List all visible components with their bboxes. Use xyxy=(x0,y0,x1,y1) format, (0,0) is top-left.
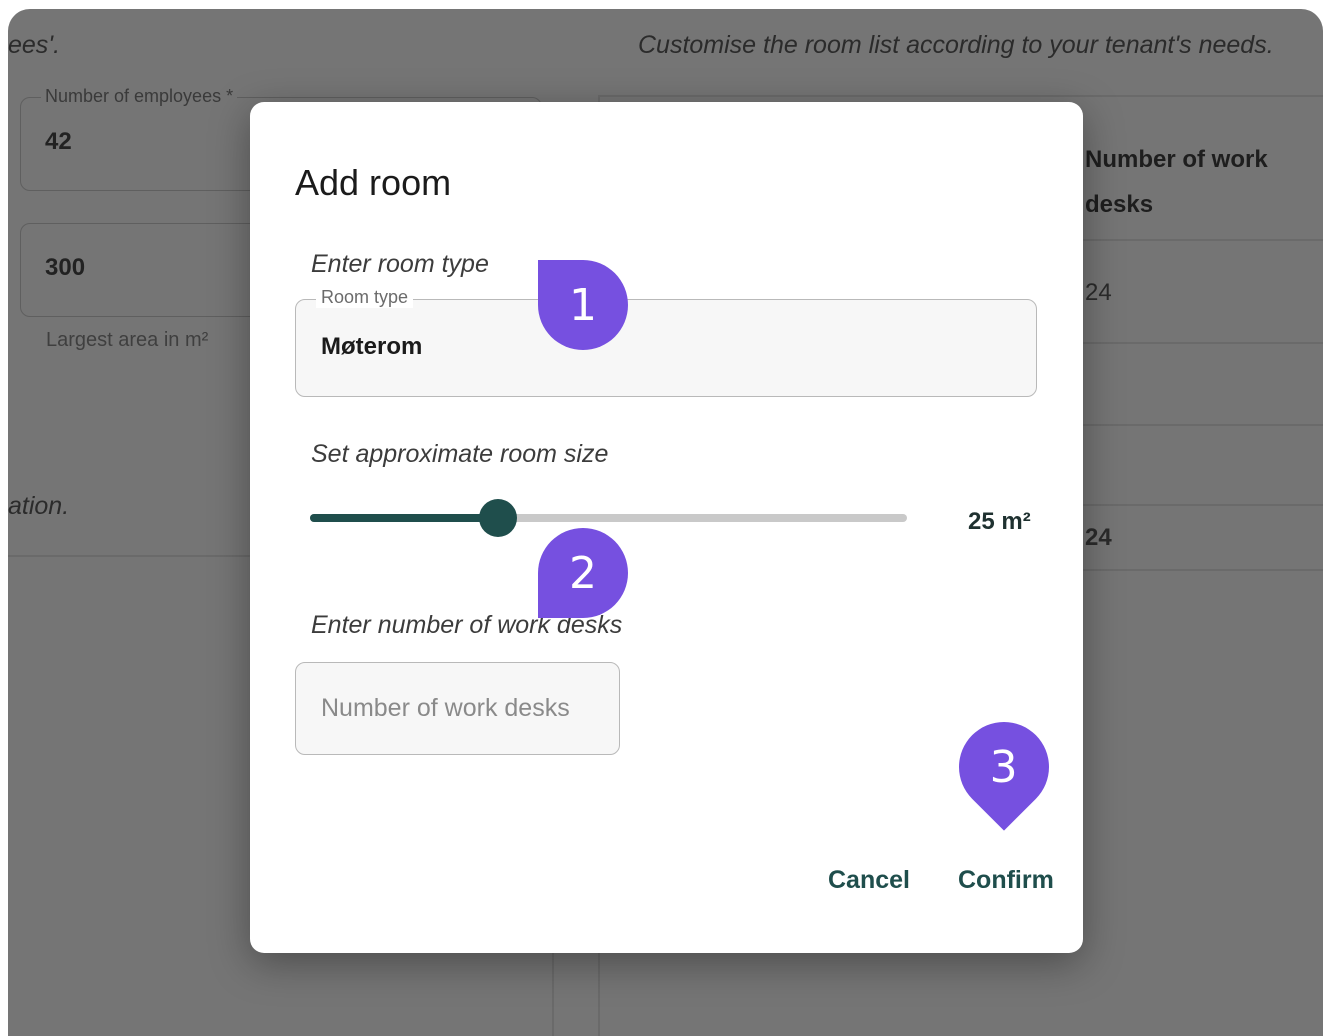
step-marker-2: 2 xyxy=(538,528,628,618)
table-row-divider xyxy=(1083,239,1323,241)
desks-input[interactable] xyxy=(295,662,620,755)
confirm-button[interactable]: Confirm xyxy=(958,866,1054,895)
room-type-value: Møterom xyxy=(321,333,423,360)
table-cell: 24 xyxy=(1085,524,1112,551)
room-type-label: Room type xyxy=(316,287,414,308)
area-field-value: 300 xyxy=(45,254,86,281)
area-helper-text: Largest area in m² xyxy=(46,329,209,351)
table-row-divider xyxy=(1083,342,1323,344)
table-column-header: Number of work desks xyxy=(1085,146,1268,218)
room-type-prompt: Enter room type xyxy=(311,250,489,278)
table-row-divider xyxy=(1083,504,1323,506)
table-border xyxy=(598,95,1323,97)
employees-field-label: Number of employees * xyxy=(41,86,238,107)
table-cell: 24 xyxy=(1085,279,1112,306)
dialog-title: Add room xyxy=(295,162,452,203)
table-row-divider xyxy=(1083,569,1323,571)
background-partial-text-2: ation. xyxy=(8,492,70,520)
table-row-divider xyxy=(1083,424,1323,426)
room-type-field[interactable]: Room type Møterom xyxy=(295,287,1037,397)
cancel-button[interactable]: Cancel xyxy=(828,866,910,895)
room-size-value: 25 m² xyxy=(968,508,1031,535)
room-size-slider[interactable] xyxy=(310,499,907,537)
room-size-prompt: Set approximate room size xyxy=(311,440,609,468)
slider-thumb[interactable] xyxy=(479,499,518,537)
step-marker-1: 1 xyxy=(538,260,628,350)
background-description: Customise the room list according to you… xyxy=(638,31,1274,59)
background-partial-text: ees'. xyxy=(8,31,61,59)
slider-fill xyxy=(310,514,499,522)
employees-field-value: 42 xyxy=(45,128,72,155)
add-room-dialog: Add room Enter room type Room type Møter… xyxy=(250,102,1083,953)
